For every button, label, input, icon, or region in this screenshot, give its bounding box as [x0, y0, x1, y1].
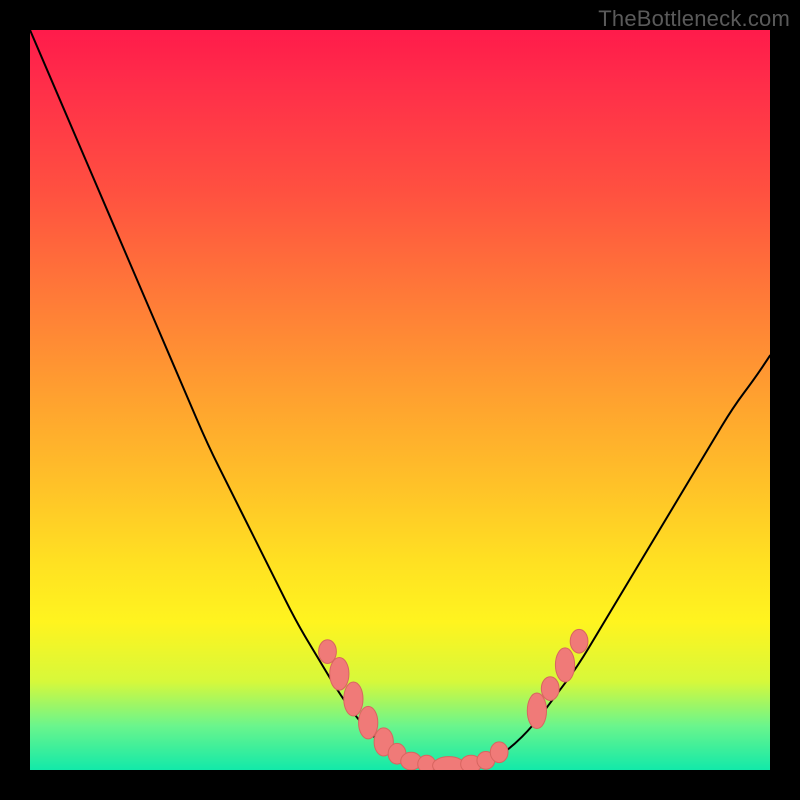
watermark-text: TheBottleneck.com [598, 6, 790, 32]
curve-marker [541, 677, 559, 701]
curve-marker [359, 706, 378, 739]
curve-markers [319, 629, 588, 770]
curve-marker [490, 742, 508, 763]
curve-marker [555, 648, 574, 682]
curve-marker [527, 693, 546, 729]
chart-overlay-svg [30, 30, 770, 770]
chart-frame: TheBottleneck.com [0, 0, 800, 800]
chart-plot-area [30, 30, 770, 770]
curve-marker [570, 629, 588, 653]
bottleneck-curve [30, 30, 770, 767]
curve-marker [344, 682, 363, 716]
curve-marker [330, 658, 349, 691]
